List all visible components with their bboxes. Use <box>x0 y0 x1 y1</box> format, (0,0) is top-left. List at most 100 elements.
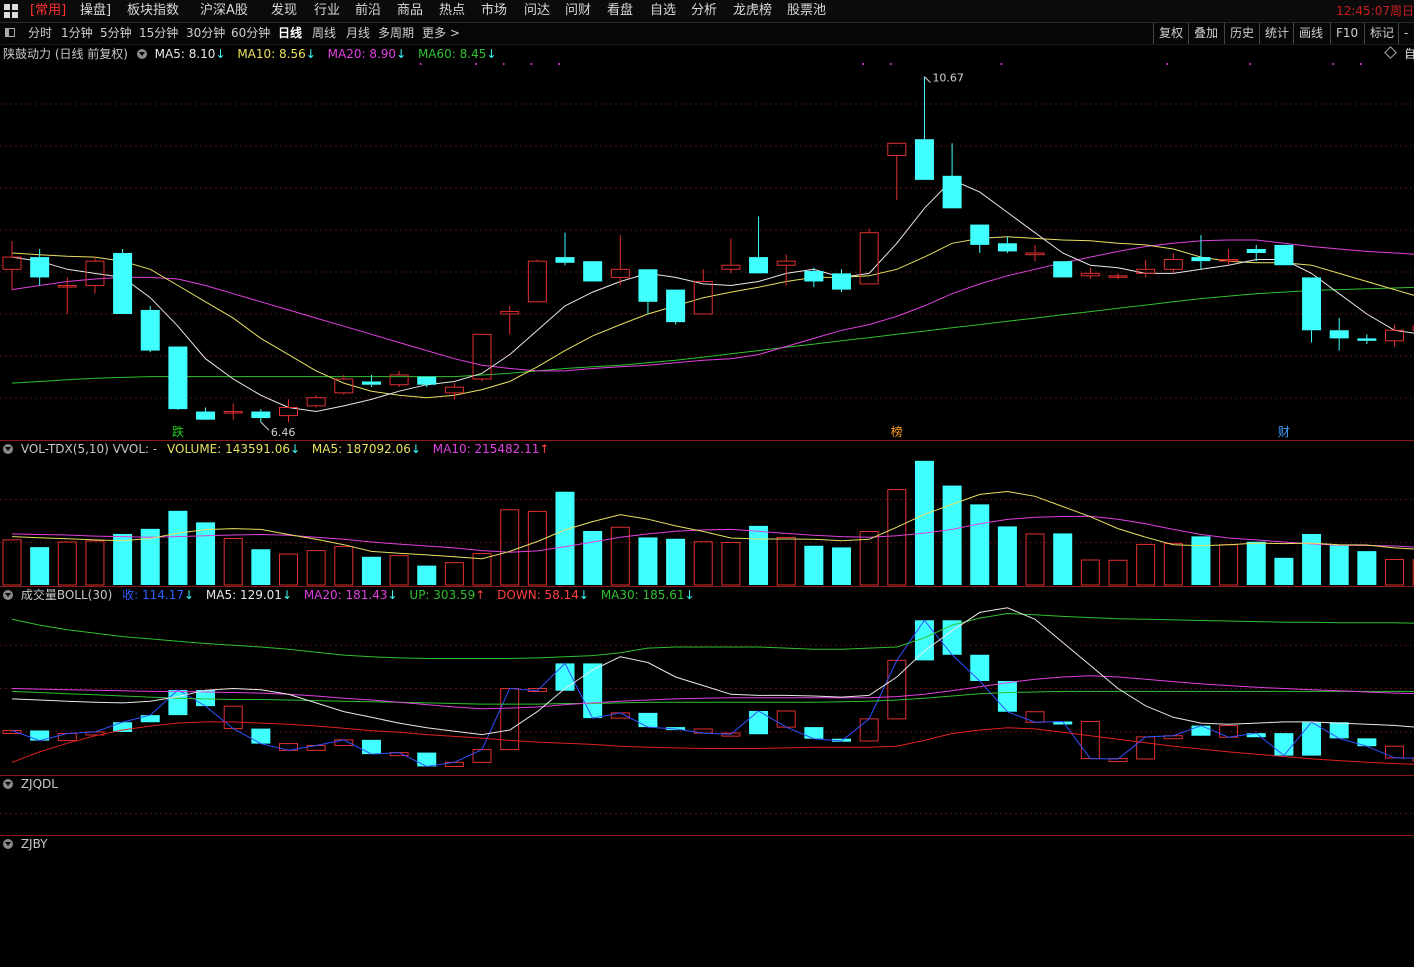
candle-body <box>1163 259 1183 270</box>
period-tab[interactable]: 30分钟 <box>186 23 225 44</box>
tool-button[interactable]: 画线 <box>1293 23 1328 44</box>
candle-body <box>30 257 50 278</box>
ma60-readout: MA60: 8.45 <box>417 47 487 61</box>
boll-pane-header: 成交量BOLL(30) 收: 114.17↓ MA5: 129.01↓ MA20… <box>0 587 701 603</box>
menu-item[interactable]: [常用] <box>30 0 66 22</box>
kline-chart[interactable]: 10.67 6.46 跌 榜 财 <box>0 0 1414 967</box>
boll-volume-bar <box>610 712 630 719</box>
period-tab[interactable]: 月线 <box>346 23 370 44</box>
volume-bar <box>527 510 547 586</box>
menu-item[interactable]: 市场 <box>481 0 507 22</box>
candle-body <box>721 264 741 270</box>
period-tab[interactable]: 日线 <box>278 23 302 44</box>
volume-bar <box>610 526 630 586</box>
diamond-icon[interactable] <box>1384 46 1397 59</box>
volume-bar <box>583 530 603 585</box>
volume-bar <box>1163 543 1183 586</box>
high-price-label: 10.67 <box>932 72 964 85</box>
menu-item[interactable]: 行业 <box>314 0 340 22</box>
tool-button[interactable]: 复权 <box>1153 23 1188 44</box>
menu-item[interactable]: 发现 <box>271 0 297 22</box>
ma5-readout: MA5: 8.10 <box>154 47 216 61</box>
candle-body <box>666 289 686 323</box>
menu-item[interactable]: 前沿 <box>355 0 381 22</box>
signal-dot <box>1332 63 1335 65</box>
volume-bar <box>361 556 381 585</box>
collapse-icon[interactable] <box>3 590 13 600</box>
menu-item[interactable]: 股票池 <box>787 0 826 22</box>
volume-bar <box>1053 533 1073 585</box>
menu-item[interactable]: 沪深A股 <box>200 0 248 22</box>
candle-body <box>113 253 133 314</box>
volume-bar <box>196 522 216 585</box>
signal-dot <box>502 63 505 65</box>
menu-item[interactable]: 板块指数 <box>127 0 179 22</box>
collapse-icon[interactable] <box>136 49 147 59</box>
candle-body <box>168 346 188 410</box>
menu-item[interactable]: 问达 <box>524 0 550 22</box>
panel-toggle-icon[interactable] <box>5 28 15 37</box>
period-tab[interactable]: 更多 > <box>422 23 460 44</box>
volume-bar <box>1219 544 1239 586</box>
candle-body <box>306 397 326 407</box>
period-tab[interactable]: 15分钟 <box>139 23 178 44</box>
boll-volume-bar <box>804 727 824 739</box>
app-grid-icon[interactable] <box>4 4 18 18</box>
settings-dots-icon[interactable]: ⋮ <box>1402 46 1413 59</box>
boll-volume-bar <box>85 731 105 736</box>
period-tab[interactable]: 60分钟 <box>231 23 270 44</box>
menu-item[interactable]: 问财 <box>565 0 591 22</box>
period-tab[interactable]: 5分钟 <box>100 23 132 44</box>
menu-item[interactable]: 自选 <box>650 0 676 22</box>
boll-volume-bar <box>1163 735 1183 740</box>
collapse-icon[interactable] <box>3 779 13 789</box>
stock-title[interactable]: 陕鼓动力 (日线 前复权) <box>3 47 128 61</box>
volume-bar <box>666 538 686 585</box>
tool-button[interactable]: -自 <box>1398 23 1414 61</box>
boll-down-line <box>11 721 1414 765</box>
boll-volume-bar <box>1025 711 1045 723</box>
tool-button[interactable]: F10 <box>1330 23 1363 44</box>
tool-button[interactable]: 统计 <box>1259 23 1294 44</box>
boll-ma5-readout: MA5: 129.01 <box>205 588 282 602</box>
candle-body <box>361 381 381 385</box>
volume-bar <box>997 526 1017 585</box>
candle-body <box>1274 244 1294 266</box>
boll-volume-bar <box>196 689 216 707</box>
menu-item[interactable]: 龙虎榜 <box>733 0 772 22</box>
volume-bar <box>832 547 851 585</box>
menu-item[interactable]: 商品 <box>397 0 423 22</box>
tool-button[interactable]: 历史 <box>1224 23 1259 44</box>
period-tab[interactable]: 多周期 <box>378 23 414 44</box>
boll-volume-bar <box>1108 758 1128 763</box>
boll-volume-bar <box>306 744 326 751</box>
boll-volume-bar <box>776 710 796 728</box>
ma5-line <box>11 179 1414 413</box>
period-tab[interactable]: 周线 <box>312 23 336 44</box>
boll-ma5-line <box>11 607 1414 736</box>
volume-bar <box>223 538 243 586</box>
volume-bar <box>1329 545 1349 585</box>
tool-button[interactable]: 标记 <box>1364 23 1399 44</box>
event-marker: 财 <box>1278 425 1290 439</box>
boll-volume-bar <box>555 663 575 691</box>
candle-body <box>85 260 105 287</box>
event-marker: 跌 <box>172 424 184 439</box>
collapse-icon[interactable] <box>3 839 13 849</box>
volume-bar <box>693 541 713 586</box>
tool-button[interactable]: 叠加 <box>1188 23 1223 44</box>
boll-down-readout: DOWN: 58.14 <box>497 588 579 602</box>
candle-body <box>1108 275 1128 278</box>
menu-item[interactable]: 操盘] <box>80 0 111 22</box>
candle-body <box>279 406 298 417</box>
collapse-icon[interactable] <box>3 444 13 454</box>
period-tab[interactable]: 分时 <box>28 23 52 44</box>
menu-item[interactable]: 看盘 <box>607 0 633 22</box>
period-tab[interactable]: 1分钟 <box>61 23 93 44</box>
menu-item[interactable]: 分析 <box>691 0 717 22</box>
volume-bar <box>168 510 188 585</box>
menu-item[interactable]: 热点 <box>439 0 465 22</box>
boll-vol-readout: 收: 114.17 <box>122 588 184 602</box>
candle-body <box>1053 261 1073 278</box>
volume-readout: VOLUME: 143591.06 <box>167 442 291 456</box>
